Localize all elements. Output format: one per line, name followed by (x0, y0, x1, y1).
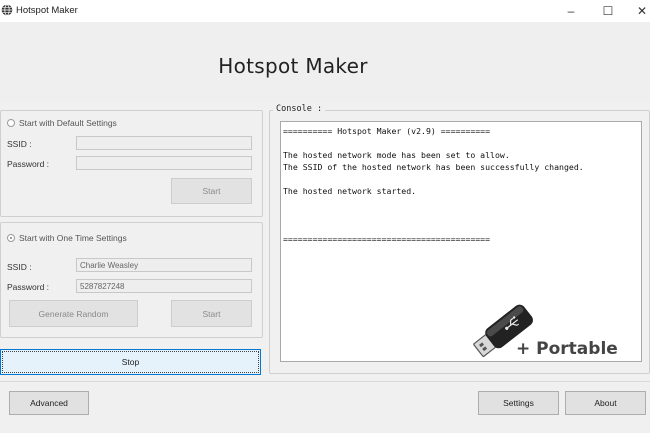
radio-unchecked-icon (7, 119, 15, 127)
minimize-icon: – (567, 4, 575, 18)
console-line: The SSID of the hosted network has been … (283, 162, 584, 172)
close-button[interactable]: ✕ (628, 1, 650, 21)
console-line: ========== Hotspot Maker (v2.9) ========… (283, 126, 491, 136)
advanced-button[interactable]: Advanced (9, 391, 89, 415)
maximize-icon: ☐ (602, 4, 614, 18)
console-line: The hosted network mode has been set to … (283, 150, 510, 160)
globe-icon (1, 4, 13, 16)
default-settings-label: Start with Default Settings (19, 118, 117, 128)
app-heading: Hotspot Maker (218, 54, 368, 78)
console-label: Console : (273, 104, 326, 114)
console-line: The hosted network started. (283, 186, 417, 196)
window-title: Hotspot Maker (16, 5, 78, 16)
one-time-start-button[interactable]: Start (171, 300, 252, 327)
footer-divider (0, 381, 650, 382)
one-time-ssid-label: SSID : (7, 262, 32, 272)
one-time-settings-label: Start with One Time Settings (19, 233, 127, 243)
console-line: ========================================… (283, 234, 491, 244)
radio-checked-icon (7, 234, 15, 242)
stop-button[interactable]: Stop (0, 349, 261, 375)
about-button[interactable]: About (565, 391, 646, 415)
one-time-ssid-input[interactable] (76, 258, 252, 272)
default-settings-radio[interactable]: Start with Default Settings (7, 118, 117, 128)
settings-button[interactable]: Settings (478, 391, 559, 415)
maximize-button[interactable]: ☐ (594, 1, 622, 21)
generate-random-button[interactable]: Generate Random (9, 300, 138, 327)
one-time-password-input[interactable] (76, 279, 252, 293)
close-icon: ✕ (636, 4, 648, 18)
minimize-button[interactable]: – (557, 1, 585, 21)
default-start-button[interactable]: Start (171, 178, 252, 204)
default-password-label: Password : (7, 159, 50, 169)
default-ssid-label: SSID : (7, 139, 32, 149)
title-bar: Hotspot Maker – ☐ ✕ (0, 0, 650, 23)
default-ssid-input[interactable] (76, 136, 252, 150)
default-password-input[interactable] (76, 156, 252, 170)
one-time-password-label: Password : (7, 282, 50, 292)
one-time-settings-radio[interactable]: Start with One Time Settings (7, 233, 127, 243)
portable-label: + Portable (516, 339, 618, 359)
